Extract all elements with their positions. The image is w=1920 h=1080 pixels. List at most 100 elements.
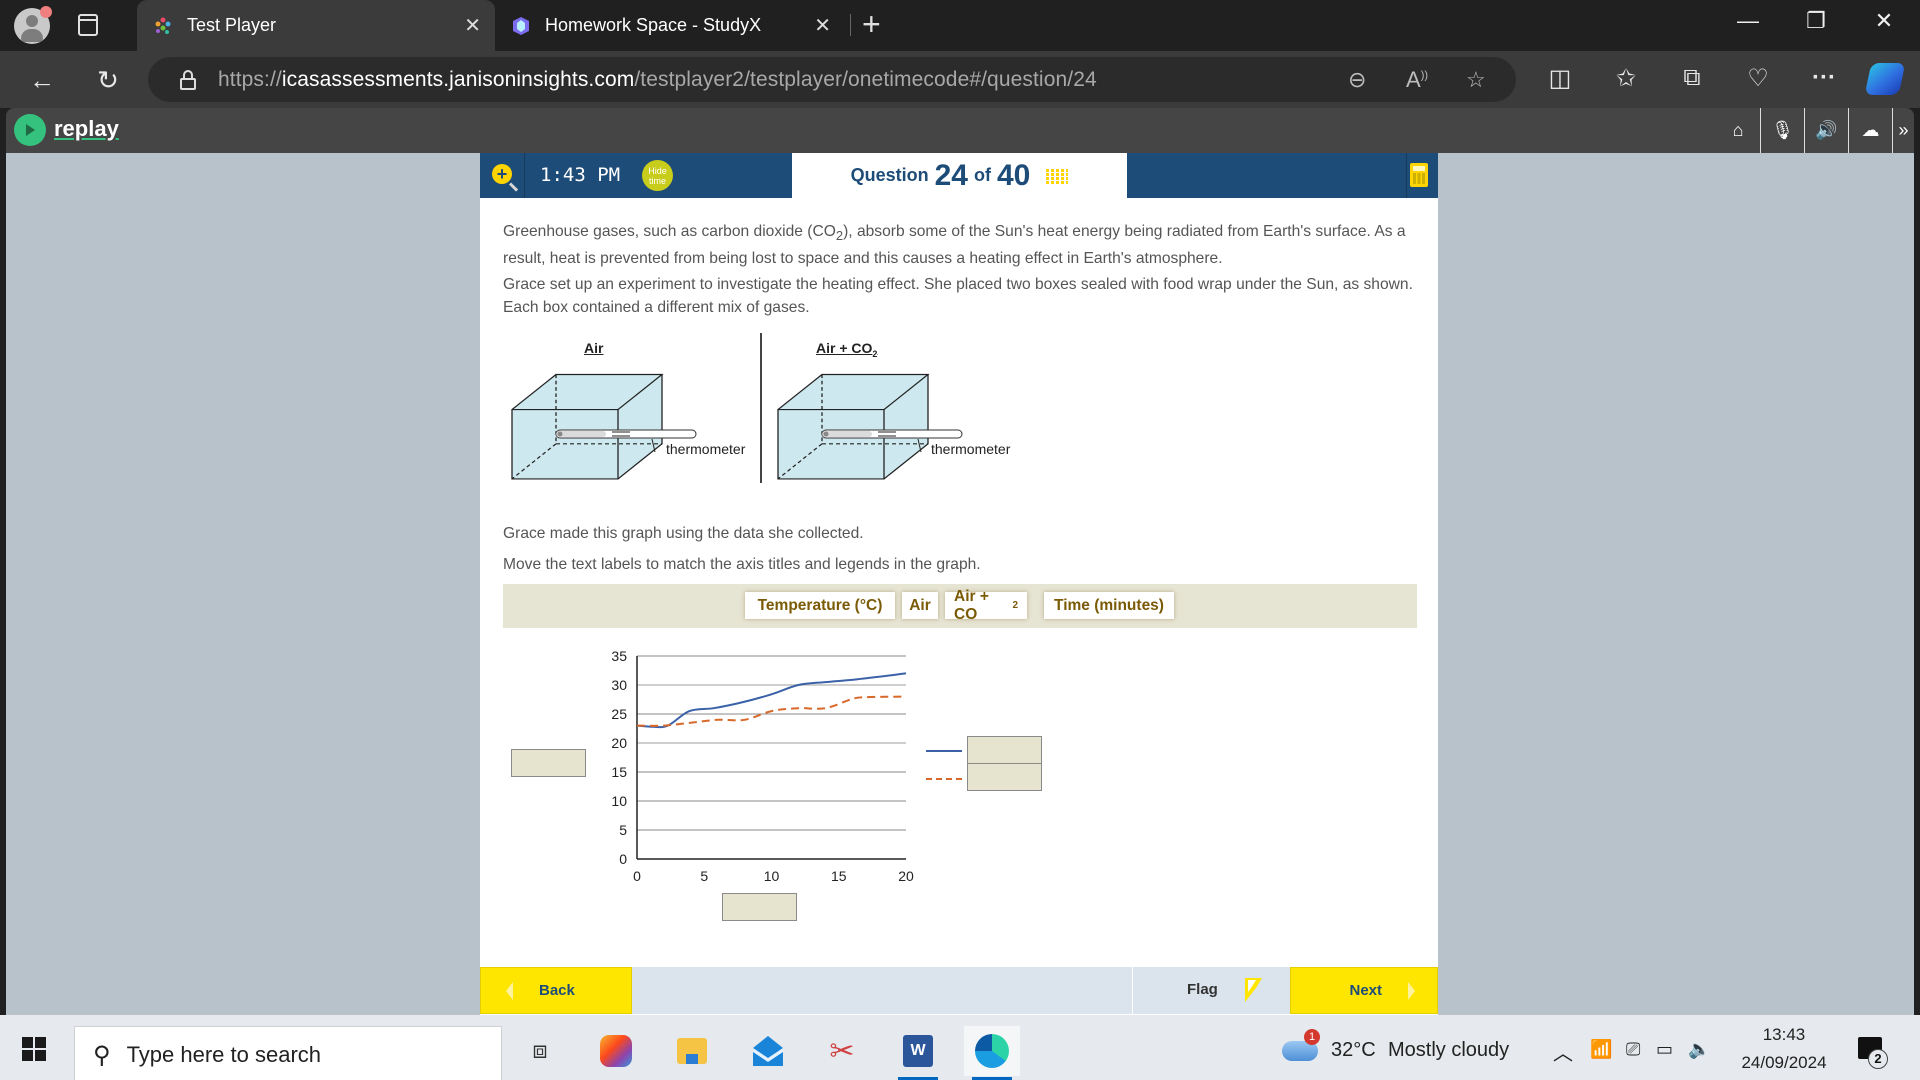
tab-title: Test Player xyxy=(187,15,277,35)
url-text[interactable]: https://icasassessments.janisoninsights.… xyxy=(218,68,1097,92)
close-window-icon[interactable]: ✕ xyxy=(1854,8,1914,34)
y-tick-label: 30 xyxy=(611,677,627,693)
weather-temp[interactable]: 32°C xyxy=(1331,1039,1376,1062)
split-screen-icon[interactable]: ◫ xyxy=(1540,64,1580,93)
tab-test-player[interactable]: Test Player ✕ xyxy=(137,0,495,51)
search-icon: ⚲ xyxy=(93,1041,111,1069)
flag-icon[interactable] xyxy=(1242,976,1264,1004)
notification-center-icon[interactable]: 2 xyxy=(1858,1037,1888,1069)
studyx-favicon-icon xyxy=(513,16,529,35)
drag-label-temperature[interactable]: Temperature (°C) xyxy=(745,592,895,619)
file-explorer-icon[interactable] xyxy=(664,1026,720,1076)
tab-actions-icon[interactable] xyxy=(78,14,98,36)
copilot-app-icon[interactable] xyxy=(588,1026,644,1076)
divider xyxy=(1406,153,1407,198)
weather-badge: 1 xyxy=(1304,1029,1320,1045)
divider-line xyxy=(760,333,762,483)
of-label: of xyxy=(974,165,991,185)
next-label: Next xyxy=(1349,982,1382,999)
y-tick-label: 15 xyxy=(611,764,627,780)
series-line-dashed xyxy=(636,695,907,727)
windows-start-icon[interactable] xyxy=(22,1037,46,1061)
snipping-tool-icon[interactable]: ✂ xyxy=(814,1026,870,1076)
drag-label-air-co2[interactable]: Air + CO 2 xyxy=(945,588,1027,623)
collections-icon[interactable]: ⧉ xyxy=(1672,64,1712,92)
favorites-icon[interactable]: ✩ xyxy=(1606,64,1646,93)
back-button[interactable]: Back xyxy=(480,967,632,1014)
weather-description[interactable]: Mostly cloudy xyxy=(1388,1039,1509,1062)
show-hidden-icons-chevron-icon[interactable]: ︿ xyxy=(1553,1037,1573,1066)
home-icon[interactable]: ⌂ xyxy=(1716,108,1760,153)
refresh-icon[interactable]: ↻ xyxy=(88,65,128,96)
browser-essentials-icon[interactable]: ♡ xyxy=(1738,64,1778,93)
speaker-icon[interactable]: 🔊 xyxy=(1804,108,1848,153)
profile-avatar-icon[interactable] xyxy=(14,6,52,44)
lock-icon[interactable] xyxy=(180,69,196,90)
clock-time[interactable]: 13:43 xyxy=(1736,1025,1832,1045)
microphone-icon[interactable]: 🎙 xyxy=(1760,108,1804,153)
next-button[interactable]: Next xyxy=(1290,967,1438,1014)
expand-icon[interactable]: » xyxy=(1892,108,1914,153)
hide-time-button[interactable]: Hide time xyxy=(642,160,673,191)
new-tab-plus-icon[interactable]: + xyxy=(862,6,881,43)
close-tab-icon[interactable]: ✕ xyxy=(814,13,831,38)
task-view-icon[interactable]: ⧈ xyxy=(512,1026,568,1076)
instruction-text: Move the text labels to match the axis t… xyxy=(503,556,981,573)
clock-time: 1:43 PM xyxy=(540,164,621,186)
cloud-icon[interactable]: ☁ xyxy=(1848,108,1892,153)
read-aloud-icon[interactable]: A)) xyxy=(1406,67,1428,93)
y-axis-title-dropzone[interactable] xyxy=(511,749,586,777)
restore-icon[interactable]: ❐ xyxy=(1786,8,1846,34)
series-line-solid xyxy=(636,672,907,729)
thermometer-label-left: thermometer xyxy=(666,441,746,457)
back-label: Back xyxy=(539,982,575,999)
clock-date[interactable]: 24/09/2024 xyxy=(1734,1053,1834,1073)
divider xyxy=(1132,967,1133,1014)
edge-icon[interactable] xyxy=(964,1026,1020,1080)
volume-icon[interactable]: 🔈 xyxy=(1688,1039,1710,1060)
graph-intro-text: Grace made this graph using the data she… xyxy=(503,525,864,542)
minimize-icon[interactable]: — xyxy=(1718,8,1778,34)
search-placeholder: Type here to search xyxy=(126,1042,322,1067)
question-header: + 1:43 PM Hide time Question 24 of 40 xyxy=(480,153,1438,198)
replay-brand: replay xyxy=(54,116,119,141)
drag-label-time[interactable]: Time (minutes) xyxy=(1044,592,1174,619)
wifi-icon[interactable]: 📶 xyxy=(1590,1039,1612,1060)
drag-label-air[interactable]: Air xyxy=(902,592,938,619)
mail-icon[interactable] xyxy=(740,1026,796,1076)
y-tick-label: 20 xyxy=(611,735,627,751)
test-player-favicon-icon xyxy=(155,17,171,34)
x-tick-label: 10 xyxy=(764,868,780,884)
more-menu-icon[interactable]: ··· xyxy=(1804,64,1844,92)
favorite-star-icon[interactable]: ☆ xyxy=(1466,67,1486,93)
flag-button[interactable]: Flag xyxy=(1187,981,1218,998)
y-tick-label: 5 xyxy=(619,822,627,838)
back-arrow-icon[interactable]: ← xyxy=(22,65,62,96)
question-number: 24 xyxy=(934,158,968,192)
copilot-icon[interactable] xyxy=(1864,63,1906,95)
y-tick-label: 35 xyxy=(611,648,627,664)
x-axis-title-dropzone[interactable] xyxy=(722,893,797,921)
taskbar-search-box[interactable]: ⚲ Type here to search xyxy=(74,1026,502,1080)
windows-taskbar: ⚲ Type here to search ⧈ ✂ W 1 32°C Mostl… xyxy=(0,1015,1920,1080)
zoom-out-icon[interactable]: ⊖ xyxy=(1348,67,1366,93)
question-grid-icon[interactable] xyxy=(1046,167,1069,184)
question-footer-nav: Back Flag Next xyxy=(480,967,1438,1014)
x-tick-label: 20 xyxy=(898,868,914,884)
word-icon[interactable]: W xyxy=(890,1026,946,1080)
weather-icon[interactable]: 1 xyxy=(1282,1029,1320,1061)
replay-extension-bar: replay ⌂ 🎙 🔊 ☁ » xyxy=(0,108,1920,153)
camera-icon[interactable]: ⎚ xyxy=(1626,1039,1640,1060)
box-label-air-co2: Air + CO2 xyxy=(816,340,878,359)
tab-homework-space[interactable]: Homework Space - StudyX ✕ xyxy=(495,0,845,51)
drag-label-tray: Temperature (°C) Air Air + CO 2 Time (min… xyxy=(503,584,1417,628)
battery-icon[interactable]: ▭ xyxy=(1656,1039,1673,1060)
legend-dropzone-2[interactable] xyxy=(967,763,1042,791)
address-bar[interactable]: https://icasassessments.janisoninsights.… xyxy=(148,57,1516,102)
x-tick-label: 0 xyxy=(633,868,641,884)
legend-dropzone-1[interactable] xyxy=(967,736,1042,764)
box-label-air: Air xyxy=(584,340,604,356)
close-tab-icon[interactable]: ✕ xyxy=(464,13,481,38)
calculator-icon[interactable] xyxy=(1410,163,1428,187)
magnify-zoom-icon[interactable]: + xyxy=(492,164,512,184)
